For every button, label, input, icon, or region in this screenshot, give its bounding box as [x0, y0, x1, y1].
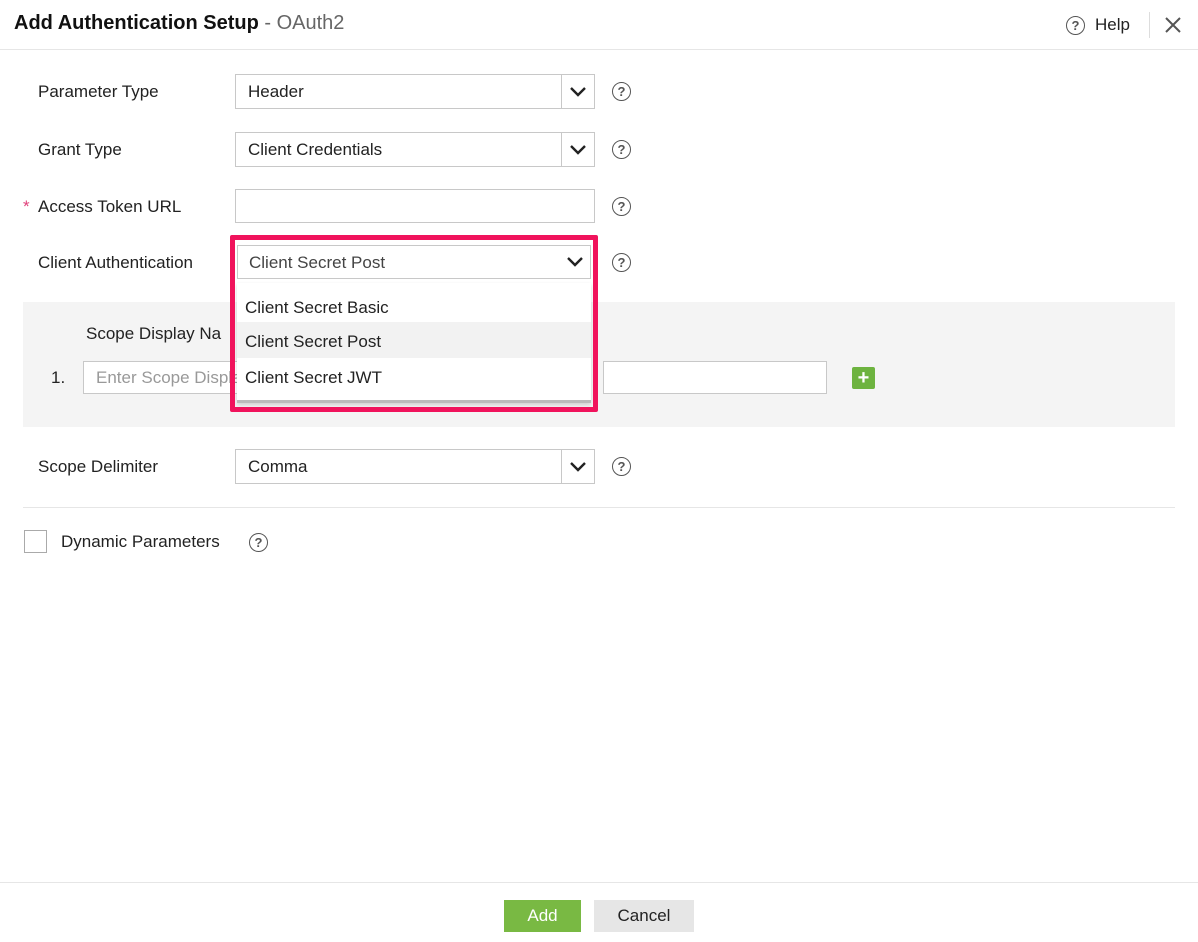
access-token-url-input[interactable]	[235, 189, 595, 223]
highlight-box	[230, 235, 598, 412]
help-icon[interactable]: ?	[612, 253, 631, 272]
dialog-footer: Add Cancel	[0, 882, 1198, 942]
dialog-title: Add Authentication Setup - OAuth2	[14, 12, 344, 35]
parameter-type-select[interactable]: Header	[235, 74, 595, 109]
scope-display-name-header: Scope Display Na	[86, 324, 222, 343]
chevron-down-icon[interactable]	[561, 450, 594, 483]
scope-delimiter-label: Scope Delimiter	[38, 457, 158, 476]
close-icon	[1165, 17, 1181, 33]
help-icon[interactable]: ?	[612, 197, 631, 216]
access-token-url-label: Access Token URL	[38, 197, 182, 216]
grant-type-label: Grant Type	[38, 140, 122, 159]
scope-value-input[interactable]	[603, 361, 827, 394]
help-link[interactable]: ? Help	[1066, 15, 1130, 35]
required-marker: *	[23, 197, 30, 216]
title-separator: -	[258, 12, 277, 34]
plus-icon: +	[857, 367, 870, 389]
chevron-down-icon[interactable]	[561, 133, 594, 166]
parameter-type-value: Header	[248, 82, 304, 101]
help-icon[interactable]: ?	[612, 140, 631, 159]
scope-delimiter-select[interactable]: Comma	[235, 449, 595, 484]
dynamic-parameters-checkbox[interactable]	[24, 530, 47, 553]
header-divider	[1149, 12, 1150, 38]
help-icon[interactable]: ?	[612, 82, 631, 101]
grant-type-value: Client Credentials	[248, 140, 383, 159]
grant-type-select[interactable]: Client Credentials	[235, 132, 595, 167]
add-button[interactable]: Add	[504, 900, 581, 932]
help-icon: ?	[1066, 15, 1085, 35]
dynamic-parameters-label: Dynamic Parameters	[61, 532, 220, 551]
title-subtitle: OAuth2	[276, 12, 345, 34]
close-button[interactable]	[1162, 14, 1184, 36]
chevron-down-icon[interactable]	[561, 75, 594, 108]
help-label: Help	[1095, 15, 1130, 34]
scope-panel: Scope Display Na 1. Enter Scope Display …	[23, 302, 1175, 427]
add-scope-button[interactable]: +	[852, 367, 875, 389]
help-icon[interactable]: ?	[612, 457, 631, 476]
help-icon[interactable]: ?	[249, 533, 268, 552]
cancel-button[interactable]: Cancel	[594, 900, 694, 932]
section-divider	[23, 507, 1175, 508]
parameter-type-label: Parameter Type	[38, 82, 159, 101]
dialog-header: Add Authentication Setup - OAuth2 ? Help	[0, 0, 1198, 50]
scope-delimiter-value: Comma	[248, 457, 308, 476]
title-text: Add Authentication Setup	[14, 12, 259, 34]
scope-row-number: 1.	[51, 368, 66, 387]
client-authentication-label: Client Authentication	[38, 253, 193, 272]
